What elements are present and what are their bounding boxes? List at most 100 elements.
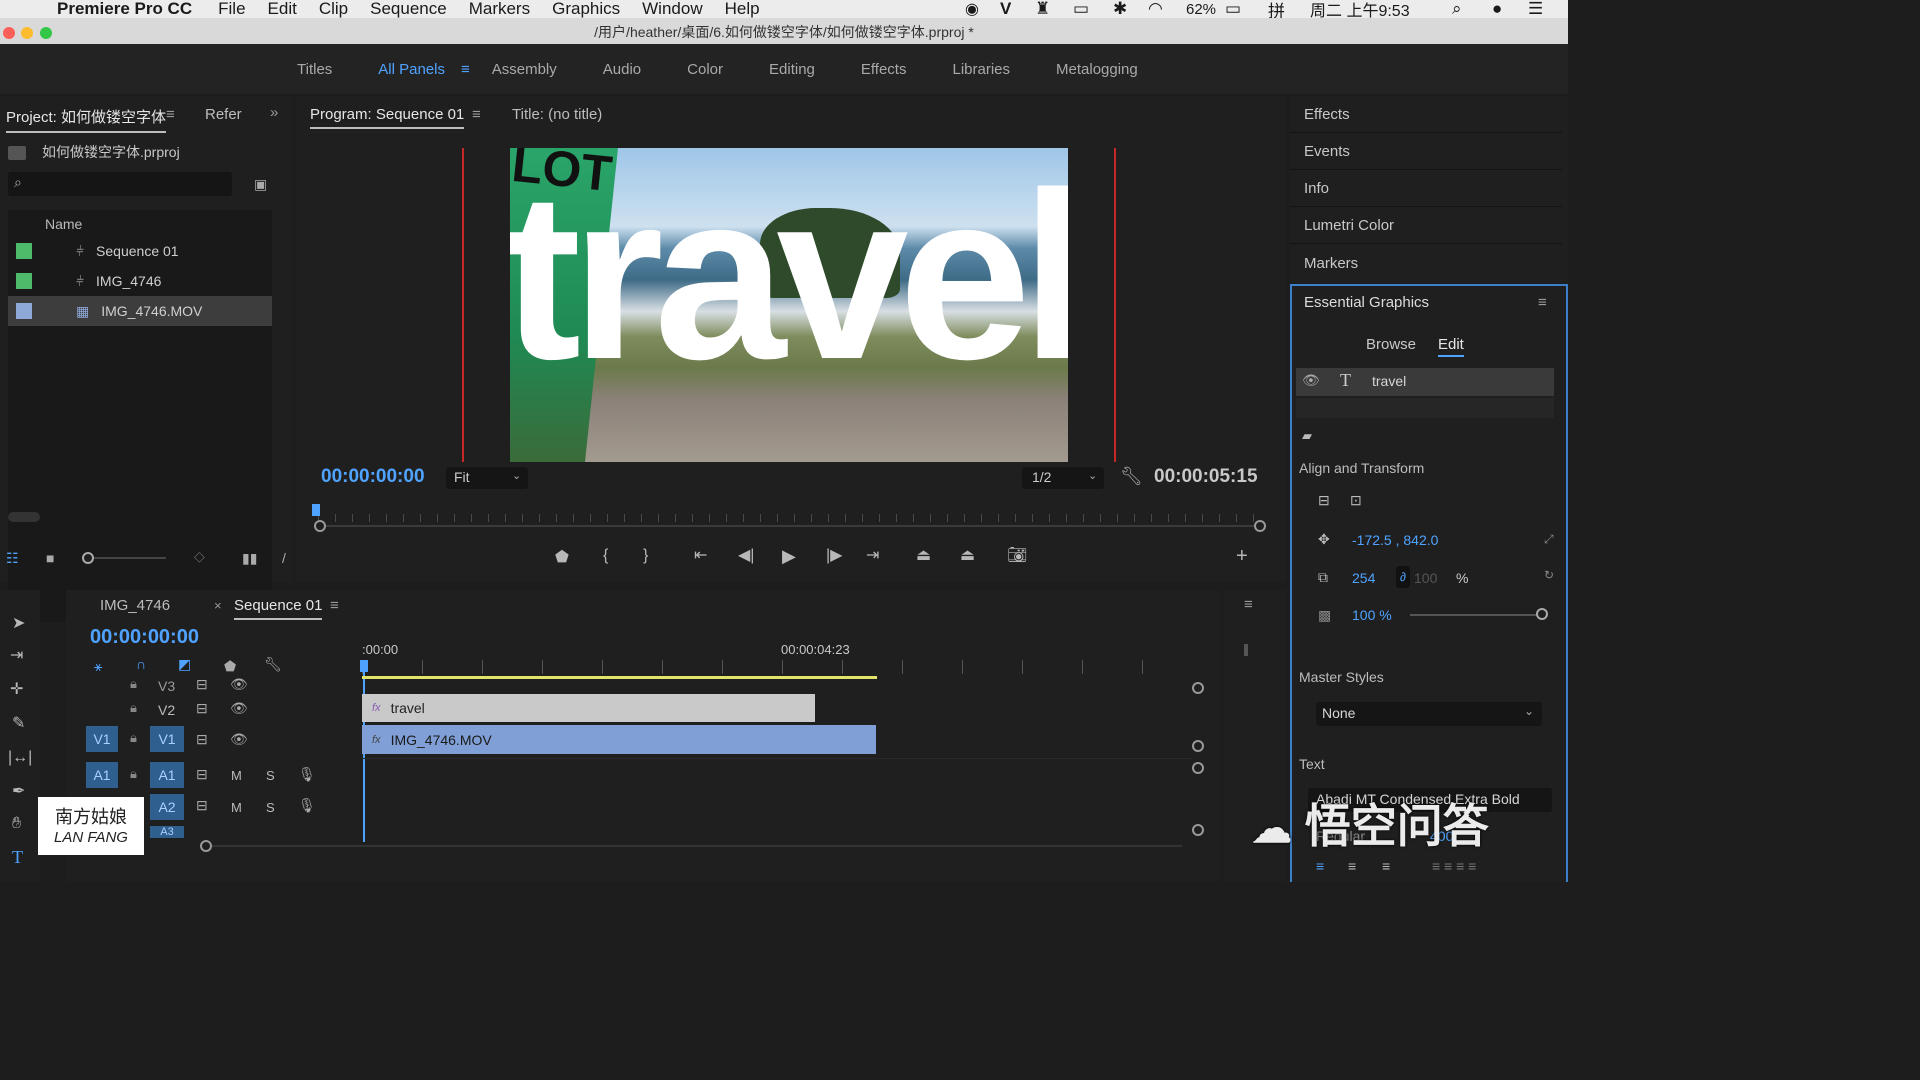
fit-dropdown[interactable]: Fit ⌄ bbox=[446, 467, 528, 489]
pen-tool-icon[interactable]: ✒ bbox=[12, 784, 25, 800]
align-vertical-center-icon[interactable]: ⊟ bbox=[1318, 492, 1330, 509]
battery-icon[interactable]: ▭ bbox=[1225, 0, 1241, 19]
sync-lock-icon[interactable]: ⊟ bbox=[196, 766, 208, 783]
notification-center-icon[interactable]: ☰ bbox=[1528, 0, 1543, 19]
find-icon[interactable]: / bbox=[282, 550, 286, 566]
vertical-scroll-handle[interactable] bbox=[1192, 740, 1204, 752]
menu-markers[interactable]: Markers bbox=[469, 0, 530, 19]
lock-icon[interactable]: 🔒︎ bbox=[130, 700, 137, 716]
step-back-icon[interactable]: ◀| bbox=[738, 548, 754, 564]
opacity-slider[interactable] bbox=[1410, 614, 1542, 616]
workspace-all-panels[interactable]: All Panels bbox=[378, 61, 445, 78]
panel-info[interactable]: Info bbox=[1304, 180, 1329, 197]
nest-toggle-icon[interactable]: ⚹ bbox=[94, 658, 102, 675]
monitor-playhead[interactable] bbox=[312, 504, 320, 516]
sync-lock-icon[interactable]: ⊟ bbox=[196, 797, 208, 814]
close-window-button[interactable] bbox=[3, 27, 15, 39]
add-marker-icon[interactable]: ⬟ bbox=[224, 658, 236, 675]
go-to-in-icon[interactable]: ⇤ bbox=[694, 548, 707, 564]
work-area-bar[interactable] bbox=[362, 676, 877, 679]
step-forward-icon[interactable]: |▶ bbox=[826, 548, 842, 564]
scale-value[interactable]: 254 bbox=[1352, 570, 1375, 586]
workspace-audio[interactable]: Audio bbox=[603, 61, 641, 78]
project-panel-menu-icon[interactable]: ≡ bbox=[166, 106, 175, 123]
vertical-scroll-handle[interactable] bbox=[1192, 682, 1204, 694]
horizontal-scrollbar[interactable] bbox=[8, 512, 40, 522]
notification-icon[interactable]: ♜ bbox=[1035, 0, 1050, 19]
panel-markers[interactable]: Markers bbox=[1304, 255, 1358, 272]
timeline-ruler[interactable] bbox=[362, 660, 1192, 674]
toggle-output-icon[interactable]: 👁︎ bbox=[230, 731, 248, 748]
minimize-window-button[interactable] bbox=[21, 27, 33, 39]
timeline-clip-travel[interactable]: fx travel bbox=[362, 694, 815, 722]
tab-sequence-01[interactable]: Sequence 01 bbox=[234, 597, 323, 620]
mark-in-icon[interactable]: { bbox=[603, 548, 608, 564]
workspace-titles[interactable]: Titles bbox=[297, 61, 332, 78]
tab-browse[interactable]: Browse bbox=[1366, 336, 1416, 353]
rotation-icon[interactable]: ↻ bbox=[1544, 568, 1554, 582]
zoom-scroll-right-handle[interactable] bbox=[1254, 520, 1266, 532]
bluetooth-icon[interactable]: ✱ bbox=[1113, 0, 1127, 19]
label-color-swatch[interactable] bbox=[16, 243, 32, 259]
extract-icon[interactable]: ⏏ bbox=[960, 548, 975, 564]
timeline-playhead[interactable] bbox=[360, 660, 368, 672]
new-bin-icon[interactable]: ▣ bbox=[254, 176, 267, 193]
project-item-selected[interactable]: ▦ IMG_4746.MOV bbox=[8, 296, 272, 326]
timeline-clip-img-4746-mov[interactable]: fx IMG_4746.MOV bbox=[362, 725, 876, 754]
opacity-slider-handle[interactable] bbox=[1536, 608, 1548, 620]
wrench-icon[interactable]: 🔧︎ bbox=[1120, 466, 1143, 487]
monitor-zoom-scrollbar[interactable] bbox=[326, 525, 1256, 527]
panel-effects[interactable]: Effects bbox=[1304, 106, 1350, 123]
menu-clip[interactable]: Clip bbox=[319, 0, 348, 19]
track-label-a2[interactable]: A2 bbox=[150, 794, 184, 820]
column-header-name[interactable]: Name bbox=[45, 216, 82, 232]
tab-program-monitor[interactable]: Program: Sequence 01 bbox=[310, 106, 465, 129]
button-editor-icon[interactable]: + bbox=[1236, 546, 1248, 566]
record-icon[interactable]: ◉ bbox=[965, 0, 979, 19]
lock-icon[interactable]: 🔒︎ bbox=[130, 676, 137, 692]
voiceover-mic-icon[interactable]: 🎙︎ bbox=[298, 797, 316, 814]
workspace-metalogging[interactable]: Metalogging bbox=[1056, 61, 1138, 78]
tab-project[interactable]: Project: 如何做镂空字体 bbox=[6, 106, 167, 133]
menu-sequence[interactable]: Sequence bbox=[370, 0, 447, 19]
workspace-color[interactable]: Color bbox=[687, 61, 723, 78]
align-center-icon[interactable]: ≡ bbox=[1348, 858, 1356, 874]
source-patch-a1[interactable]: A1 bbox=[86, 762, 118, 788]
eye-icon[interactable]: 👁︎ bbox=[1302, 372, 1320, 389]
airplay-icon[interactable]: ▭ bbox=[1073, 0, 1089, 19]
lock-icon[interactable]: 🔒︎ bbox=[130, 730, 137, 746]
playhead-timecode[interactable]: 00:00:00:00 bbox=[321, 466, 425, 488]
new-layer-icon[interactable]: ▰ bbox=[1302, 428, 1312, 444]
close-tab-icon[interactable]: × bbox=[214, 598, 222, 613]
sync-lock-icon[interactable]: ⊟ bbox=[196, 731, 208, 748]
toggle-output-icon[interactable]: 👁︎ bbox=[230, 700, 248, 717]
label-color-swatch[interactable] bbox=[16, 303, 32, 319]
hand-tool-icon[interactable]: ✋︎ bbox=[12, 816, 21, 832]
timeline-horizontal-scrollbar[interactable] bbox=[212, 845, 1182, 847]
lift-icon[interactable]: ⏏ bbox=[916, 548, 931, 564]
workspace-assembly[interactable]: Assembly bbox=[492, 61, 557, 78]
play-icon[interactable]: ▶ bbox=[782, 547, 796, 565]
add-marker-icon[interactable]: ⬟ bbox=[555, 550, 569, 566]
razor-tool-icon[interactable]: ✎ bbox=[12, 716, 25, 732]
voiceover-mic-icon[interactable]: 🎙︎ bbox=[298, 766, 316, 783]
menu-file[interactable]: File bbox=[218, 0, 245, 19]
solo-button[interactable]: S bbox=[266, 800, 275, 815]
toggle-output-icon[interactable]: 👁︎ bbox=[230, 676, 248, 693]
monitor-time-ruler[interactable] bbox=[318, 514, 1262, 522]
align-right-icon[interactable]: ≡ bbox=[1382, 858, 1390, 874]
sort-icon[interactable]: ◇ bbox=[194, 548, 205, 565]
snap-icon[interactable]: ∩ bbox=[136, 656, 146, 672]
app-menu[interactable]: Premiere Pro CC bbox=[57, 0, 192, 19]
horizontal-scroll-left-handle[interactable] bbox=[200, 840, 212, 852]
audio-scroll-handle[interactable] bbox=[1192, 824, 1204, 836]
mute-button[interactable]: M bbox=[231, 800, 242, 815]
panel-lumetri-color[interactable]: Lumetri Color bbox=[1304, 217, 1394, 234]
tab-references[interactable]: Refer bbox=[205, 106, 242, 123]
timeline-settings-icon[interactable]: 🔧︎ bbox=[264, 656, 282, 673]
audio-meter-menu-icon[interactable]: ≡ bbox=[1244, 596, 1253, 613]
menu-edit[interactable]: Edit bbox=[268, 0, 297, 19]
align-horizontal-center-icon[interactable]: ⊡ bbox=[1350, 492, 1362, 509]
sequence-menu-icon[interactable]: ≡ bbox=[330, 597, 339, 614]
workspace-libraries[interactable]: Libraries bbox=[952, 61, 1010, 78]
